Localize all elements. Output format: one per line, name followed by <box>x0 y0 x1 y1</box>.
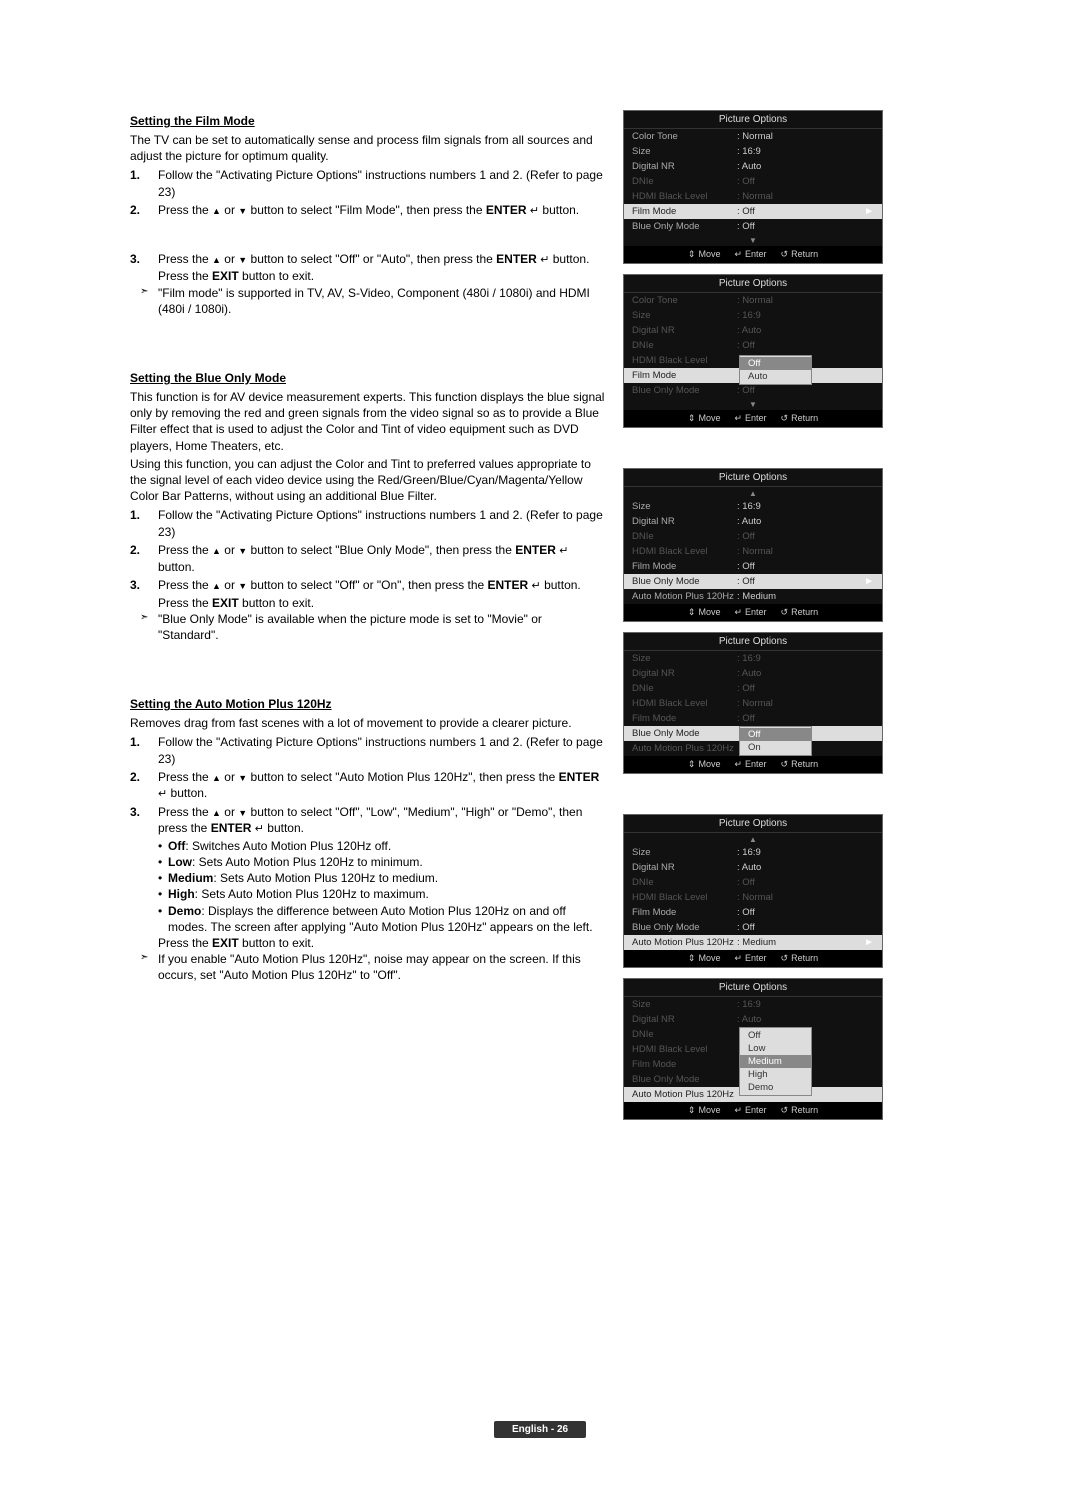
osd-footer: MoveEnterReturn <box>624 246 882 263</box>
list-item: 2. Press the or button to select "Film M… <box>130 201 605 220</box>
popup-item[interactable]: Off <box>740 357 811 370</box>
chevron-right-icon: ► <box>864 206 874 217</box>
osd-title: Picture Options <box>624 275 882 293</box>
bullet-item: Medium: Sets Auto Motion Plus 120Hz to m… <box>130 870 605 886</box>
osd-panel: Picture Options ▲ Size: 16:9 Digital NR:… <box>623 814 883 968</box>
up-icon <box>212 770 221 784</box>
page-number: English - 26 <box>494 1421 586 1438</box>
osd-panel: Picture Options Size: 16:9 Digital NR: A… <box>623 978 883 1120</box>
body-text: The TV can be set to automatically sense… <box>130 132 605 164</box>
popup-item[interactable]: Auto <box>740 370 811 383</box>
up-icon <box>212 252 221 266</box>
osd-title: Picture Options <box>624 469 882 487</box>
popup-item[interactable]: Demo <box>740 1081 811 1094</box>
note-text: "Blue Only Mode" is available when the p… <box>130 611 605 643</box>
enter-icon <box>530 203 539 217</box>
enter-icon <box>158 786 167 800</box>
body-text: Press the EXIT button to exit. <box>130 935 605 951</box>
down-icon <box>238 578 247 592</box>
popup-item[interactable]: Off <box>740 1029 811 1042</box>
list-item: 3. Press the or button to select "Off", … <box>130 803 605 838</box>
scroll-up-icon[interactable]: ▲ <box>624 833 882 845</box>
chevron-right-icon: ► <box>864 937 874 948</box>
enter-icon <box>255 821 264 835</box>
osd-row-selected[interactable]: Auto Motion Plus 120Hz: Medium► <box>624 935 882 950</box>
note-text: "Film mode" is supported in TV, AV, S-Vi… <box>130 285 605 317</box>
section-title-blue: Setting the Blue Only Mode <box>130 371 605 385</box>
body-text: Press the EXIT button to exit. <box>130 595 605 611</box>
popup-item[interactable]: Medium <box>740 1055 811 1068</box>
section-title-film: Setting the Film Mode <box>130 114 605 128</box>
body-text: Press the EXIT button to exit. <box>130 268 605 284</box>
bullet-item: Low: Sets Auto Motion Plus 120Hz to mini… <box>130 854 605 870</box>
list-item: 1.Follow the "Activating Picture Options… <box>130 733 605 767</box>
scroll-down-icon[interactable]: ▼ <box>624 234 882 246</box>
chevron-right-icon: ► <box>864 576 874 587</box>
body-text: Using this function, you can adjust the … <box>130 456 605 505</box>
osd-panel: Picture Options Color Tone: Normal Size:… <box>623 274 883 428</box>
scroll-up-icon[interactable]: ▲ <box>624 487 882 499</box>
osd-popup[interactable]: Off Low Medium High Demo <box>739 1027 812 1096</box>
popup-item[interactable]: On <box>740 741 811 754</box>
list-item: 2. Press the or button to select "Auto M… <box>130 768 605 803</box>
enter-icon <box>559 543 568 557</box>
up-icon <box>212 805 221 819</box>
bullet-item: High: Sets Auto Motion Plus 120Hz to max… <box>130 886 605 902</box>
list-item: 1.Follow the "Activating Picture Options… <box>130 506 605 540</box>
down-icon <box>238 805 247 819</box>
list-item: 2. Press the or button to select "Blue O… <box>130 541 605 576</box>
osd-footer: MoveEnterReturn <box>624 410 882 427</box>
list-item: 1.Follow the "Activating Picture Options… <box>130 166 605 200</box>
body-text: Removes drag from fast scenes with a lot… <box>130 715 605 731</box>
body-text: This function is for AV device measureme… <box>130 389 605 454</box>
osd-footer: MoveEnterReturn <box>624 756 882 773</box>
osd-row-selected[interactable]: Film Mode: Off► <box>624 204 882 219</box>
osd-popup[interactable]: Off On <box>739 726 812 756</box>
osd-row-selected[interactable]: Blue Only Mode: Off► <box>624 574 882 589</box>
osd-title: Picture Options <box>624 111 882 129</box>
bullet-item: Off: Switches Auto Motion Plus 120Hz off… <box>130 838 605 854</box>
down-icon <box>238 770 247 784</box>
list-item: 3. Press the or button to select "Off" o… <box>130 250 605 269</box>
down-icon <box>238 203 247 217</box>
osd-panel: Picture Options Size: 16:9 Digital NR: A… <box>623 632 883 774</box>
osd-footer: MoveEnterReturn <box>624 604 882 621</box>
osd-footer: MoveEnterReturn <box>624 1102 882 1119</box>
popup-item[interactable]: High <box>740 1068 811 1081</box>
up-icon <box>212 578 221 592</box>
osd-popup[interactable]: Off Auto <box>739 355 812 385</box>
down-icon <box>238 543 247 557</box>
osd-title: Picture Options <box>624 979 882 997</box>
up-icon <box>212 203 221 217</box>
down-icon <box>238 252 247 266</box>
popup-item[interactable]: Low <box>740 1042 811 1055</box>
list-item: 3. Press the or button to select "Off" o… <box>130 576 605 595</box>
note-text: If you enable "Auto Motion Plus 120Hz", … <box>130 951 605 983</box>
page-footer: English - 26 <box>0 1421 1080 1438</box>
instructions-column: Setting the Film Mode The TV can be set … <box>130 110 605 1130</box>
popup-item[interactable]: Off <box>740 728 811 741</box>
enter-icon <box>532 578 541 592</box>
osd-title: Picture Options <box>624 815 882 833</box>
osd-title: Picture Options <box>624 633 882 651</box>
osd-panel: Picture Options Color Tone: Normal Size:… <box>623 110 883 264</box>
osd-footer: MoveEnterReturn <box>624 950 882 967</box>
bullet-item: Demo: Displays the difference between Au… <box>130 903 605 935</box>
osd-panel: Picture Options ▲ Size: 16:9 Digital NR:… <box>623 468 883 622</box>
osd-column: Picture Options Color Tone: Normal Size:… <box>623 110 883 1130</box>
up-icon <box>212 543 221 557</box>
scroll-down-icon[interactable]: ▼ <box>624 398 882 410</box>
section-title-amp: Setting the Auto Motion Plus 120Hz <box>130 697 605 711</box>
